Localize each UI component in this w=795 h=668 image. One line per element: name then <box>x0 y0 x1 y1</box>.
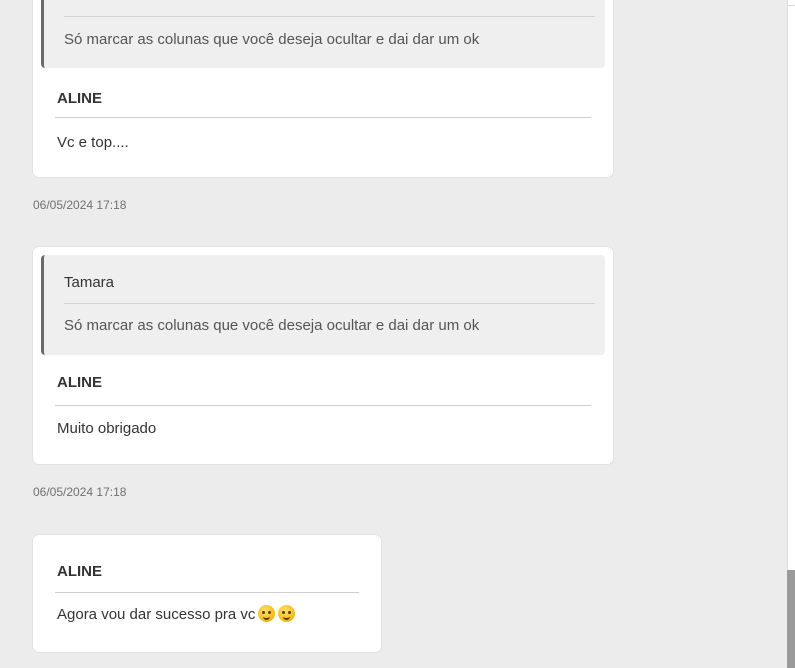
message-card: ALINE Agora vou dar sucesso pra vc <box>33 535 381 652</box>
smiling-face-emoji-icon <box>258 605 276 622</box>
smiling-face-emoji-icon <box>278 605 296 622</box>
quote-divider <box>64 303 595 304</box>
message-timestamp: 06/05/2024 17:18 <box>33 485 127 499</box>
quoted-message[interactable]: Tamara Só marcar as colunas que você des… <box>41 255 605 355</box>
quoted-message-text: Só marcar as colunas que você deseja ocu… <box>64 31 480 48</box>
message-author: ALINE <box>57 374 102 391</box>
chat-message-list[interactable]: Só marcar as colunas que você deseja ocu… <box>0 0 788 668</box>
message-author: ALINE <box>57 563 102 580</box>
quoted-message-text: Só marcar as colunas que você deseja ocu… <box>64 317 480 334</box>
message-card: Só marcar as colunas que você deseja ocu… <box>33 0 613 177</box>
message-author: ALINE <box>57 90 102 107</box>
quoted-message-author: Tamara <box>64 274 115 291</box>
message-text: Vc e top.... <box>57 134 129 151</box>
quoted-message[interactable]: Só marcar as colunas que você deseja ocu… <box>41 0 605 68</box>
message-divider <box>55 117 591 118</box>
message-timestamp: 06/05/2024 17:18 <box>33 198 127 212</box>
message-divider <box>55 405 591 406</box>
message-text: Muito obrigado <box>57 420 157 437</box>
message-card: Tamara Só marcar as colunas que você des… <box>33 247 613 464</box>
message-text: Agora vou dar sucesso pra vc <box>57 606 256 623</box>
message-divider <box>55 592 359 593</box>
message-text-container: Agora vou dar sucesso pra vc <box>57 605 296 623</box>
scrollbar-thumb[interactable] <box>787 570 795 668</box>
quote-divider <box>64 16 595 17</box>
